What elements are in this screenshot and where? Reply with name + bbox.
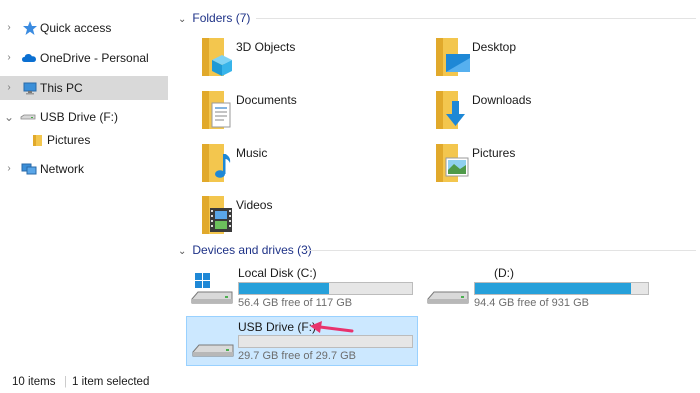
sidebar-item-label: Network <box>40 162 85 176</box>
collapse-chevron-icon[interactable]: ⌄ <box>178 246 186 257</box>
sidebar-item-label: OneDrive - Personal <box>40 51 149 65</box>
status-bar: 10 items | 1 item selected <box>0 372 700 393</box>
annotation-arrow-icon <box>310 321 354 333</box>
drive-d[interactable]: (D:) 94.4 GB free of 931 GB <box>422 263 654 313</box>
usb-drive-icon <box>192 344 234 357</box>
expand-chevron-icon[interactable]: › <box>4 76 14 100</box>
drive-usage-fill <box>239 283 329 294</box>
hard-drive-icon <box>427 291 469 304</box>
group-divider <box>256 18 696 19</box>
cloud-icon <box>22 54 36 62</box>
group-title: Folders (7) <box>192 11 251 25</box>
folder-desktop[interactable]: Desktop <box>434 36 634 86</box>
collapse-chevron-icon[interactable]: ⌄ <box>178 14 186 25</box>
folders-group-header[interactable]: ⌄ Folders (7) <box>178 11 250 25</box>
status-divider: | <box>64 376 67 388</box>
desktop-folder-icon <box>436 38 470 76</box>
group-title: Devices and drives (3) <box>192 243 312 257</box>
expand-chevron-icon[interactable]: › <box>4 46 14 70</box>
folder-music[interactable]: Music <box>198 142 398 192</box>
collapse-chevron-icon[interactable]: ⌄ <box>4 105 14 129</box>
drive-free-space: 29.7 GB free of 29.7 GB <box>238 350 357 362</box>
expand-chevron-icon[interactable]: › <box>4 157 14 181</box>
sidebar-item-label: Pictures <box>47 133 91 147</box>
folder-label: 3D Objects <box>236 40 296 54</box>
folder-downloads[interactable]: Downloads <box>434 89 634 139</box>
windows-drive-icon <box>191 273 233 304</box>
documents-folder-icon <box>202 91 231 129</box>
folder-label: Music <box>236 146 268 160</box>
usb-drive-icon <box>20 114 36 120</box>
content-pane: ⌄ Folders (7) 3D Objects Desktop Document… <box>172 0 700 366</box>
drive-usb-f[interactable]: USB Drive (F:) 29.7 GB free of 29.7 GB <box>186 316 418 366</box>
drive-free-space: 56.4 GB free of 117 GB <box>238 297 353 309</box>
folder-icon <box>33 135 42 146</box>
folder-3d-objects[interactable]: 3D Objects <box>198 36 398 86</box>
sidebar-item-onedrive[interactable]: › OneDrive - Personal <box>0 46 168 70</box>
folder-label: Pictures <box>472 146 516 160</box>
music-folder-icon <box>202 144 231 182</box>
folder-label: Documents <box>236 93 297 107</box>
sidebar-item-label: USB Drive (F:) <box>40 110 118 124</box>
group-divider <box>306 250 696 251</box>
sidebar-item-quick-access[interactable]: › Quick access <box>0 16 168 40</box>
sidebar-item-label: This PC <box>40 81 83 95</box>
folder-pictures[interactable]: Pictures <box>434 142 634 192</box>
computer-icon <box>23 82 37 95</box>
pictures-folder-icon <box>436 144 469 182</box>
downloads-folder-icon <box>436 91 465 129</box>
drive-usage-bar <box>238 282 413 295</box>
sidebar-item-label: Quick access <box>40 21 112 35</box>
selection-count: 1 item selected <box>72 376 150 388</box>
sidebar-item-usb-drive[interactable]: ⌄ USB Drive (F:) <box>0 105 168 129</box>
folder-documents[interactable]: Documents <box>198 89 398 139</box>
star-icon <box>23 21 37 35</box>
drive-name: USB Drive (F:) <box>238 320 316 334</box>
folder-label: Downloads <box>472 93 532 107</box>
folder-videos[interactable]: Videos <box>198 194 398 244</box>
drive-local-disk-c[interactable]: Local Disk (C:) 56.4 GB free of 117 GB <box>186 263 418 313</box>
drive-usage-bar <box>474 282 649 295</box>
sidebar-item-this-pc[interactable]: › This PC <box>0 76 168 100</box>
folder-label: Desktop <box>472 40 517 54</box>
drive-free-space: 94.4 GB free of 931 GB <box>474 297 589 309</box>
drive-name: (D:) <box>494 266 514 280</box>
sidebar-item-network[interactable]: › Network <box>0 157 168 181</box>
drive-name: Local Disk (C:) <box>238 266 317 280</box>
drive-usage-fill <box>475 283 631 294</box>
videos-folder-icon <box>202 196 232 234</box>
folder-label: Videos <box>236 198 273 212</box>
drive-usage-bar <box>238 335 413 348</box>
3d-objects-folder-icon <box>202 38 232 76</box>
expand-chevron-icon[interactable]: › <box>4 16 14 40</box>
sidebar-item-pictures[interactable]: Pictures <box>0 128 168 152</box>
navigation-pane: › Quick access › OneDrive - Personal › T… <box>0 0 172 365</box>
drives-group-header[interactable]: ⌄ Devices and drives (3) <box>178 243 312 257</box>
item-count: 10 items <box>12 376 56 388</box>
network-icon <box>21 163 37 175</box>
